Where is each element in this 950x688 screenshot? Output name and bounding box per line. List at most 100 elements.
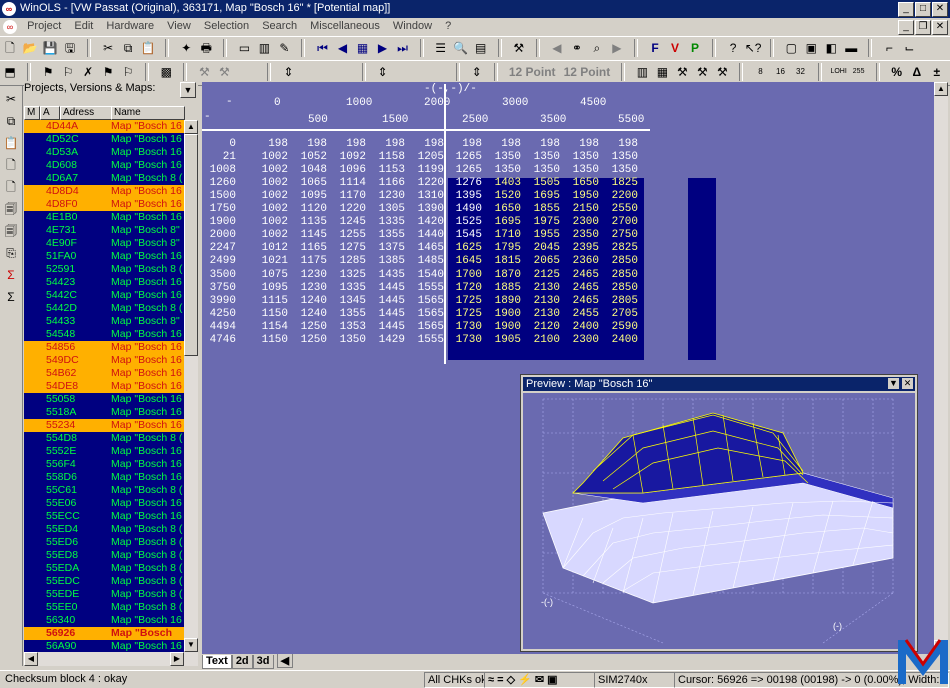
lohi-icon[interactable]: LOHI [830,63,848,81]
map-cell[interactable]: 1240 [291,308,327,321]
copy-map-icon[interactable]: ⧉ [2,112,20,130]
new-map-icon[interactable]: 🗋 [2,156,20,174]
map-cell[interactable]: 2300 [563,216,599,229]
mark-icon[interactable]: ⚑ [39,63,57,81]
map-cell[interactable]: 1395 [446,190,482,203]
map-cell[interactable]: 198 [408,138,444,151]
tool-c-icon[interactable]: ⚒ [713,63,731,81]
layout-3-icon[interactable]: ◧ [822,39,840,57]
list-item[interactable]: 5442C Map "Bosch 16 [24,289,184,302]
checksum-all-icon[interactable]: Σ [2,288,20,306]
disabled-tool-2-icon[interactable]: ⚒ [215,63,233,81]
list-item[interactable]: 4D44A Map "Bosch 16 [24,120,184,133]
map-cell[interactable]: 1855 [524,203,560,216]
map-cell[interactable]: 1730 [446,321,482,334]
document-icon[interactable]: ∞ [3,20,17,34]
map-cell[interactable]: 1353 [330,321,366,334]
list-item[interactable]: 55058 Map "Bosch 16 [24,393,184,406]
spin-3-icon[interactable]: ⇕ [468,63,486,81]
list-vscroll[interactable]: ▲ ▼ [184,120,198,652]
map-cell[interactable]: 1135 [291,216,327,229]
map-cell[interactable]: 2125 [524,269,560,282]
map-cell[interactable]: 1540 [408,269,444,282]
cut-icon[interactable]: ✂ [99,39,117,57]
menu-miscellaneous[interactable]: Miscellaneous [305,18,385,34]
marker-start-icon[interactable]: ⌐ [880,39,898,57]
map-cell[interactable]: 1695 [485,216,521,229]
map-cell[interactable]: 1555 [408,282,444,295]
map-cell[interactable]: 198 [369,138,405,151]
open-folder-icon[interactable]: 📂 [21,39,39,57]
map-link-icon[interactable]: ⎘ [2,244,20,262]
paste-map-icon[interactable]: 📋 [2,134,20,152]
scroll-thumb[interactable] [184,134,198,356]
menu-view[interactable]: View [162,18,196,34]
map-cell[interactable]: 1205 [408,151,444,164]
map-cell[interactable]: 1166 [369,177,405,190]
list-item[interactable]: 54548 Map "Bosch 16 [24,328,184,341]
spin-2-icon[interactable]: ⇕ [374,63,392,81]
map-cell[interactable]: 2825 [602,242,638,255]
map-cell[interactable]: 1276 [446,177,482,190]
map-cell[interactable]: 1900 [485,308,521,321]
list-item[interactable]: 4D8F0 Map "Bosch 16 [24,198,184,211]
list-item[interactable]: 4D52C Map "Bosch 16 [24,133,184,146]
map-list[interactable]: 4D44A Map "Bosch 16 4D52C Map "Bosch 16 4D53… [24,120,184,652]
map-cell[interactable]: 1048 [291,164,327,177]
map-cell[interactable]: 1695 [524,190,560,203]
map-cell[interactable]: 1720 [446,282,482,295]
map-cell[interactable]: 1002 [252,151,288,164]
map-cell[interactable]: 2850 [602,282,638,295]
map-cell[interactable]: 198 [485,138,521,151]
disabled-tool-1-icon[interactable]: ⚒ [195,63,213,81]
map-cell[interactable]: 1445 [369,295,405,308]
map-cell[interactable]: 1815 [485,255,521,268]
save-icon[interactable]: 💾 [41,39,59,57]
list-item[interactable]: 55234 Map "Bosch 16 [24,419,184,432]
map-cell[interactable]: 1220 [330,203,366,216]
map-cell[interactable]: 1115 [252,295,288,308]
map-cell[interactable]: 1002 [252,216,288,229]
menu-window[interactable]: Window [388,18,437,34]
map-cell[interactable]: 198 [563,138,599,151]
map-cell[interactable]: 1075 [252,269,288,282]
map-cell[interactable]: 1175 [291,255,327,268]
map-cell[interactable]: 1220 [408,177,444,190]
map-cell[interactable]: 1565 [408,308,444,321]
compare-icon[interactable]: ▥ [255,39,273,57]
scissors-icon[interactable]: ✂ [2,90,20,108]
mdi-minimize-button[interactable]: _ [898,20,914,35]
back-icon[interactable]: ◀ [548,39,566,57]
map-cell[interactable]: 2395 [563,242,599,255]
map-cell[interactable]: 198 [524,138,560,151]
map-cell[interactable]: 1825 [602,177,638,190]
forward-icon[interactable]: ▶ [608,39,626,57]
map-cell[interactable]: 1355 [369,229,405,242]
list-item[interactable]: 4D8D4 Map "Bosch 16 [24,185,184,198]
map-cell[interactable]: 1730 [446,334,482,347]
minimize-button[interactable]: _ [898,2,914,17]
map-cell[interactable]: 1870 [485,269,521,282]
map-cell[interactable]: 1950 [563,190,599,203]
format-v-icon[interactable]: V [666,39,684,57]
map-cell[interactable]: 1435 [369,269,405,282]
mark-next-icon[interactable]: ⚑ [99,63,117,81]
bits-32-icon[interactable]: 32 [792,63,810,81]
list-item[interactable]: 55ECC Map "Bosch 16 [24,510,184,523]
map-cell[interactable]: 1905 [485,334,521,347]
delta-icon[interactable]: Δ [908,63,926,81]
map-vscroll[interactable]: ▲ ▼ [934,82,948,654]
list-item[interactable]: 55ED8 Map "Bosch 8 ( [24,549,184,562]
map-cell[interactable]: 1240 [291,295,327,308]
map-cell[interactable]: 1565 [408,321,444,334]
map-cell[interactable]: 198 [602,138,638,151]
layout-2-icon[interactable]: ▣ [802,39,820,57]
map-cell[interactable]: 1645 [446,255,482,268]
map-cell[interactable]: 1725 [446,295,482,308]
sigma-icon[interactable]: ± [928,63,946,81]
list-item[interactable]: 54B62 Map "Bosch 16 [24,367,184,380]
map-cell[interactable]: 1150 [252,334,288,347]
mark-red-icon[interactable]: ⚐ [59,63,77,81]
map-cell[interactable]: 1350 [485,164,521,177]
bits-8-icon[interactable]: 8 [752,63,770,81]
